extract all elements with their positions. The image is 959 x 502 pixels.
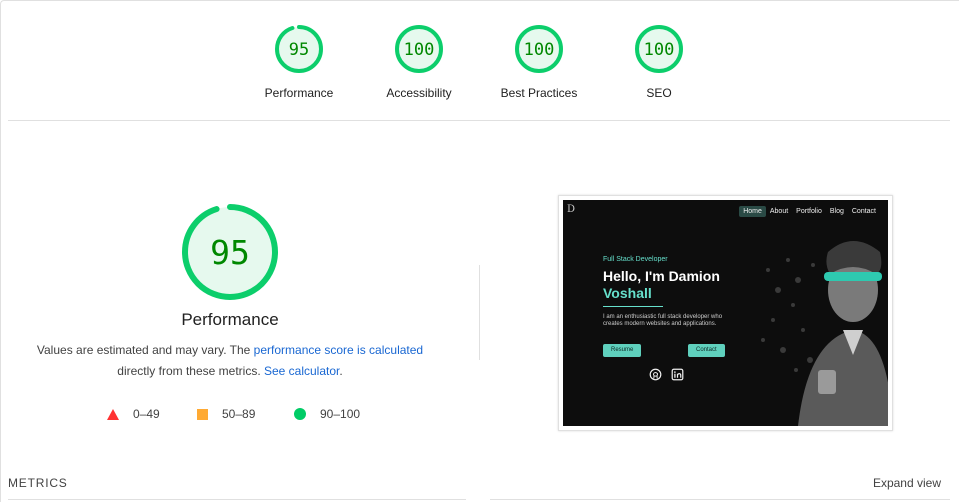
performance-title: Performance (181, 310, 279, 329)
metrics-divider-left (8, 499, 466, 500)
linkedin-icon (671, 368, 684, 381)
gauge-best-practices[interactable]: 100 Best Practices (484, 24, 594, 100)
nav-portfolio: Portfolio (796, 208, 822, 215)
desc-text: . (339, 364, 343, 378)
headline-line-1: Hello, I'm Damion (603, 268, 720, 284)
github-icon (649, 368, 662, 381)
legend-average: 50–89 (197, 407, 255, 421)
score-legend: 0–49 50–89 90–100 (20, 407, 440, 427)
site-nav: Home About Portfolio Blog Contact (739, 206, 880, 217)
pass-circle-icon (294, 408, 306, 420)
gauge-accessibility[interactable]: 100 Accessibility (364, 24, 474, 100)
desc-text: Values are estimated and may vary. The (36, 343, 254, 357)
legend-fail: 0–49 (107, 407, 160, 421)
headline-line-2: Voshall (603, 285, 652, 301)
portrait-image (761, 241, 888, 426)
site-logo: D (567, 204, 576, 215)
see-calculator-link[interactable]: See calculator (264, 364, 339, 378)
hero-headline: Hello, I'm Damion Voshall (603, 268, 720, 302)
vertical-divider (479, 265, 480, 360)
score-calculated-link[interactable]: performance score is calculated (254, 343, 423, 357)
section-divider (8, 120, 950, 121)
metrics-heading: METRICS (8, 476, 68, 490)
category-gauges: 95 Performance 100 Accessibility 100 Bes… (0, 0, 959, 120)
contact-button: Contact (688, 344, 725, 357)
performance-score: 95 (210, 233, 250, 272)
gauge-score: 95 (289, 40, 309, 60)
gauge-ring: 100 (635, 25, 683, 73)
nav-blog: Blog (829, 208, 844, 215)
legend-range: 0–49 (133, 407, 160, 421)
gauge-label: SEO (646, 86, 672, 100)
gauge-ring: 95 (275, 25, 323, 73)
gauge-ring: 100 (395, 25, 443, 73)
gauge-seo[interactable]: 100 SEO (604, 24, 714, 100)
performance-summary: 95 Performance Values are estimated and … (20, 202, 440, 421)
gauge-ring: 100 (515, 25, 563, 73)
gauge-score: 100 (524, 40, 555, 60)
final-screenshot[interactable]: D Home About Portfolio Blog Contact Full… (558, 195, 893, 431)
gauge-label: Performance (264, 86, 334, 100)
metrics-divider-right (490, 499, 950, 500)
screenshot-image: D Home About Portfolio Blog Contact Full… (563, 200, 888, 426)
gauge-score: 100 (644, 40, 675, 60)
expand-view-toggle[interactable]: Expand view (873, 476, 941, 490)
performance-gauge: 95 (182, 204, 278, 300)
gauge-label: Accessibility (386, 86, 452, 100)
fail-triangle-icon (107, 408, 119, 420)
hero-subtitle: Full Stack Developer (603, 256, 668, 263)
nav-home: Home (739, 206, 766, 217)
gauge-performance[interactable]: 95 Performance (244, 24, 354, 100)
performance-description: Values are estimated and may vary. The p… (20, 340, 440, 382)
legend-pass: 90–100 (294, 407, 360, 421)
hero-underline (603, 306, 663, 307)
gauge-label: Best Practices (500, 86, 578, 100)
nav-contact: Contact (851, 208, 876, 215)
legend-range: 90–100 (320, 407, 361, 421)
nav-about: About (769, 208, 789, 215)
average-square-icon (197, 408, 208, 420)
gauge-score: 100 (404, 40, 435, 60)
legend-range: 50–89 (222, 407, 256, 421)
hero-description: I am an enthusiastic full stack develope… (603, 314, 723, 327)
resume-button: Resume (603, 344, 642, 357)
desc-text: directly from these metrics. (117, 364, 264, 378)
